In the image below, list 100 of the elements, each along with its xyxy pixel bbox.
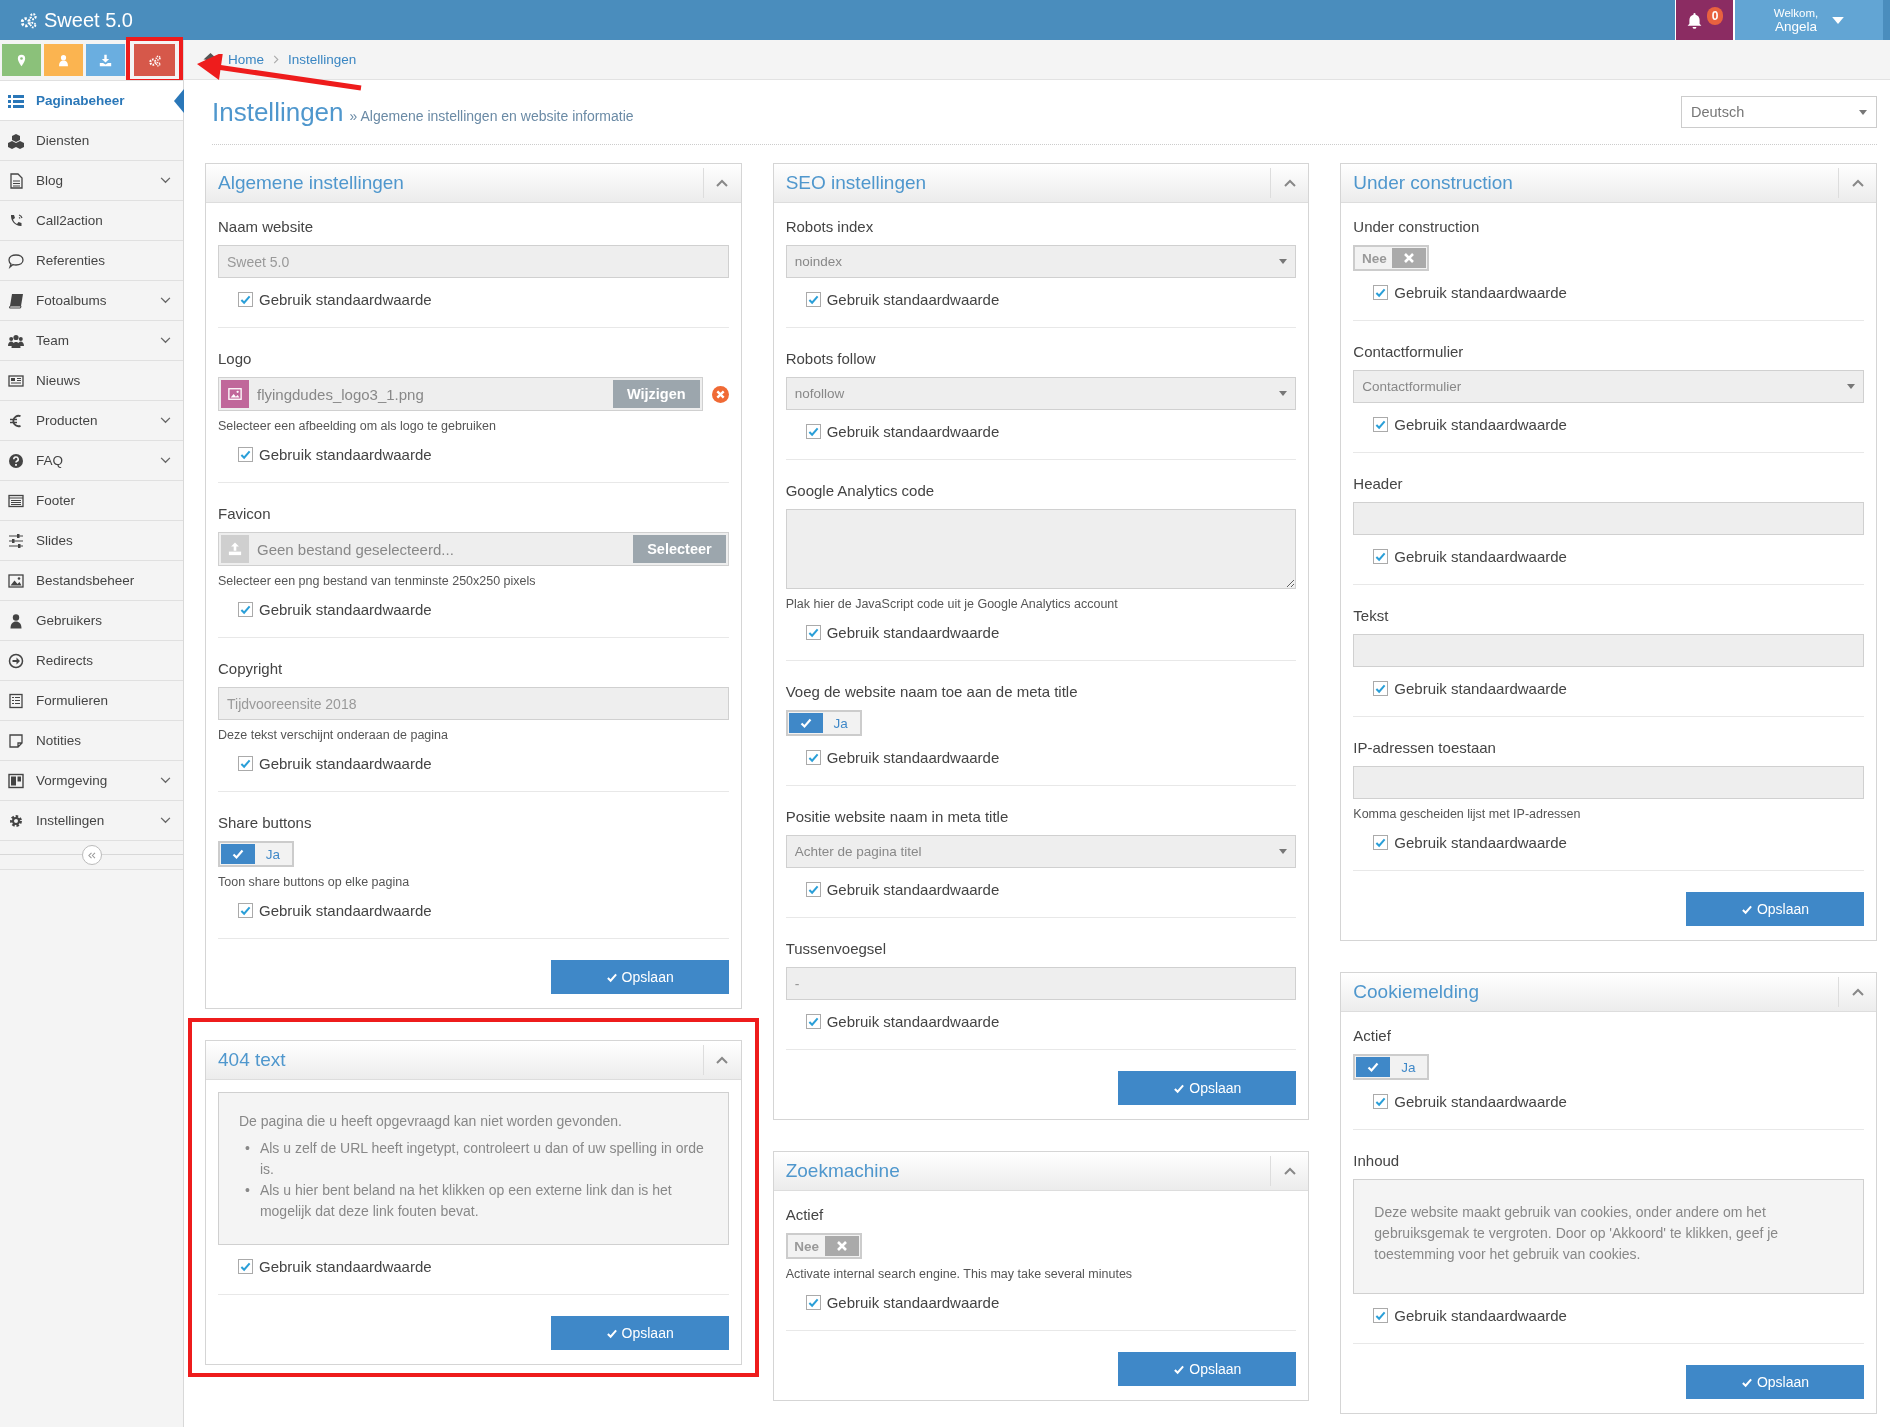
save-button[interactable]: Opslaan: [1118, 1352, 1297, 1386]
sidebar-item[interactable]: FAQ: [0, 440, 183, 480]
collapse-sidebar-button[interactable]: [81, 845, 102, 865]
checkbox[interactable]: Gebruik standaardwaarde: [1373, 1093, 1567, 1110]
close-icon: [835, 1240, 848, 1252]
help-text: Selecteer een afbeelding om als logo te gebruiken: [218, 419, 496, 433]
page-title: Instellingen: [212, 96, 344, 128]
sidebar-item[interactable]: Referenties: [0, 240, 183, 280]
checkbox[interactable]: Gebruik standaardwaarde: [805, 624, 1000, 641]
sidebar-item[interactable]: Gebruikers: [0, 600, 183, 640]
panel-title: 404 text: [217, 1048, 287, 1072]
close-icon: [1403, 252, 1416, 264]
checkbox[interactable]: Gebruik standaardwaarde: [238, 446, 432, 463]
checkbox[interactable]: Gebruik standaardwaarde: [238, 601, 432, 618]
save-button[interactable]: Opslaan: [1118, 1071, 1297, 1105]
sidebar-item[interactable]: Footer: [0, 480, 183, 520]
toolbar-button[interactable]: [44, 44, 83, 76]
user-name: Angela: [1773, 20, 1818, 34]
checkbox[interactable]: Gebruik standaardwaarde: [805, 749, 1000, 766]
sidebar-item[interactable]: Blog: [0, 160, 183, 200]
panel-title: Zoekmachine: [784, 1159, 901, 1183]
language-select[interactable]: Deutsch: [1681, 96, 1877, 128]
image-icon: [8, 572, 24, 589]
checkbox[interactable]: Gebruik standaardwaarde: [805, 291, 1000, 308]
chevron-up-icon: [1851, 179, 1864, 187]
sidebar-item[interactable]: Slides: [0, 520, 183, 560]
sidebar-item[interactable]: Vormgeving: [0, 760, 183, 800]
check-icon: [240, 1261, 251, 1272]
checkbox[interactable]: Gebruik standaardwaarde: [1373, 680, 1567, 697]
check-icon: [1375, 287, 1387, 298]
book-icon: [8, 292, 24, 309]
checkbox[interactable]: Gebruik standaardwaarde: [805, 423, 1000, 440]
help-text: Plak hier de JavaScript code uit je Google Analytics account: [785, 597, 1118, 611]
checkbox[interactable]: Gebruik standaardwaarde: [1373, 834, 1567, 851]
field-label: Share buttons: [218, 814, 312, 831]
help-text: Selecteer een png bestand van tenminste 250x250 pixels: [218, 574, 536, 588]
toolbar-button[interactable]: [86, 44, 125, 76]
breadcrumb-link[interactable]: Instellingen: [288, 52, 357, 67]
app-title: Sweet 5.0: [44, 8, 133, 32]
save-button[interactable]: Opslaan: [1686, 892, 1864, 926]
note-icon: [8, 732, 24, 749]
chevron-up-icon: [716, 179, 729, 187]
sidebar-item[interactable]: Nieuws: [0, 360, 183, 400]
card-lines-icon: [8, 492, 24, 509]
check-icon: [240, 604, 251, 615]
chevron-right-icon: [273, 55, 279, 64]
checkbox[interactable]: Gebruik standaardwaarde: [805, 881, 1000, 898]
checkbox[interactable]: Gebruik standaardwaarde: [238, 1258, 432, 1275]
user-icon: [57, 53, 70, 67]
sidebar-item[interactable]: Fotoalbums: [0, 280, 183, 320]
sidebar-item[interactable]: Redirects: [0, 640, 183, 680]
sliders-icon: [8, 532, 24, 549]
check-icon: [1375, 1096, 1387, 1107]
chevron-up-icon: [716, 1056, 729, 1064]
checkbox[interactable]: Gebruik standaardwaarde: [1373, 548, 1567, 565]
chevron-up-icon: [1283, 179, 1296, 187]
chevron-up-icon: [1283, 1167, 1296, 1175]
check-icon: [240, 449, 251, 460]
help-text: Deze tekst verschijnt onderaan de pagina: [218, 728, 448, 742]
field-label: Actief: [785, 1206, 824, 1223]
help-text: Activate internal search engine. This may take several minutes: [785, 1267, 1133, 1281]
speech-bubble-icon: [8, 252, 24, 269]
sidebar-item[interactable]: Instellingen: [0, 800, 183, 840]
toolbar-button[interactable]: [134, 44, 175, 76]
field-label: Tekst: [1353, 607, 1389, 624]
checkbox[interactable]: Gebruik standaardwaarde: [1373, 1307, 1567, 1324]
sidebar-item[interactable]: Notities: [0, 720, 183, 760]
upload-icon: [228, 542, 242, 556]
sidebar-item[interactable]: Team: [0, 320, 183, 360]
checkbox[interactable]: Gebruik standaardwaarde: [238, 755, 432, 772]
field-label: Positie website naam in meta title: [785, 808, 1009, 825]
save-button[interactable]: Opslaan: [1686, 1365, 1864, 1399]
checkbox[interactable]: Gebruik standaardwaarde: [1373, 284, 1567, 301]
breadcrumb-link[interactable]: Home: [228, 52, 264, 67]
chevron-down-icon: [160, 297, 171, 304]
sidebar-item[interactable]: Formulieren: [0, 680, 183, 720]
save-button[interactable]: Opslaan: [550, 1316, 729, 1350]
check-icon: [1375, 837, 1387, 848]
checkbox[interactable]: Gebruik standaardwaarde: [805, 1013, 1000, 1030]
check-icon: [1740, 903, 1753, 915]
sidebar-item[interactable]: Diensten: [0, 120, 183, 160]
layout-icon: [8, 772, 24, 789]
sidebar-item[interactable]: Bestandsbeheer: [0, 560, 183, 600]
chevron-down-icon: [160, 177, 171, 184]
sidebar-item[interactable]: Producten: [0, 400, 183, 440]
checkbox[interactable]: Gebruik standaardwaarde: [238, 291, 432, 308]
field-label: Naam website: [218, 218, 314, 235]
toolbar-button[interactable]: [2, 44, 41, 76]
chevron-down-icon: [160, 817, 171, 824]
sidebar-item[interactable]: Call2action: [0, 200, 183, 240]
checkbox[interactable]: Gebruik standaardwaarde: [805, 1294, 1000, 1311]
arrow-circle-icon: [8, 652, 24, 669]
save-button[interactable]: Opslaan: [550, 960, 729, 994]
checkbox[interactable]: Gebruik standaardwaarde: [238, 902, 432, 919]
checkbox[interactable]: Gebruik standaardwaarde: [1373, 416, 1567, 433]
check-icon: [807, 627, 819, 638]
question-circle-icon: [8, 452, 24, 469]
field-label: Tussenvoegsel: [785, 940, 886, 957]
remove-icon: [711, 385, 729, 403]
sidebar-item[interactable]: Paginabeheer: [0, 80, 183, 120]
